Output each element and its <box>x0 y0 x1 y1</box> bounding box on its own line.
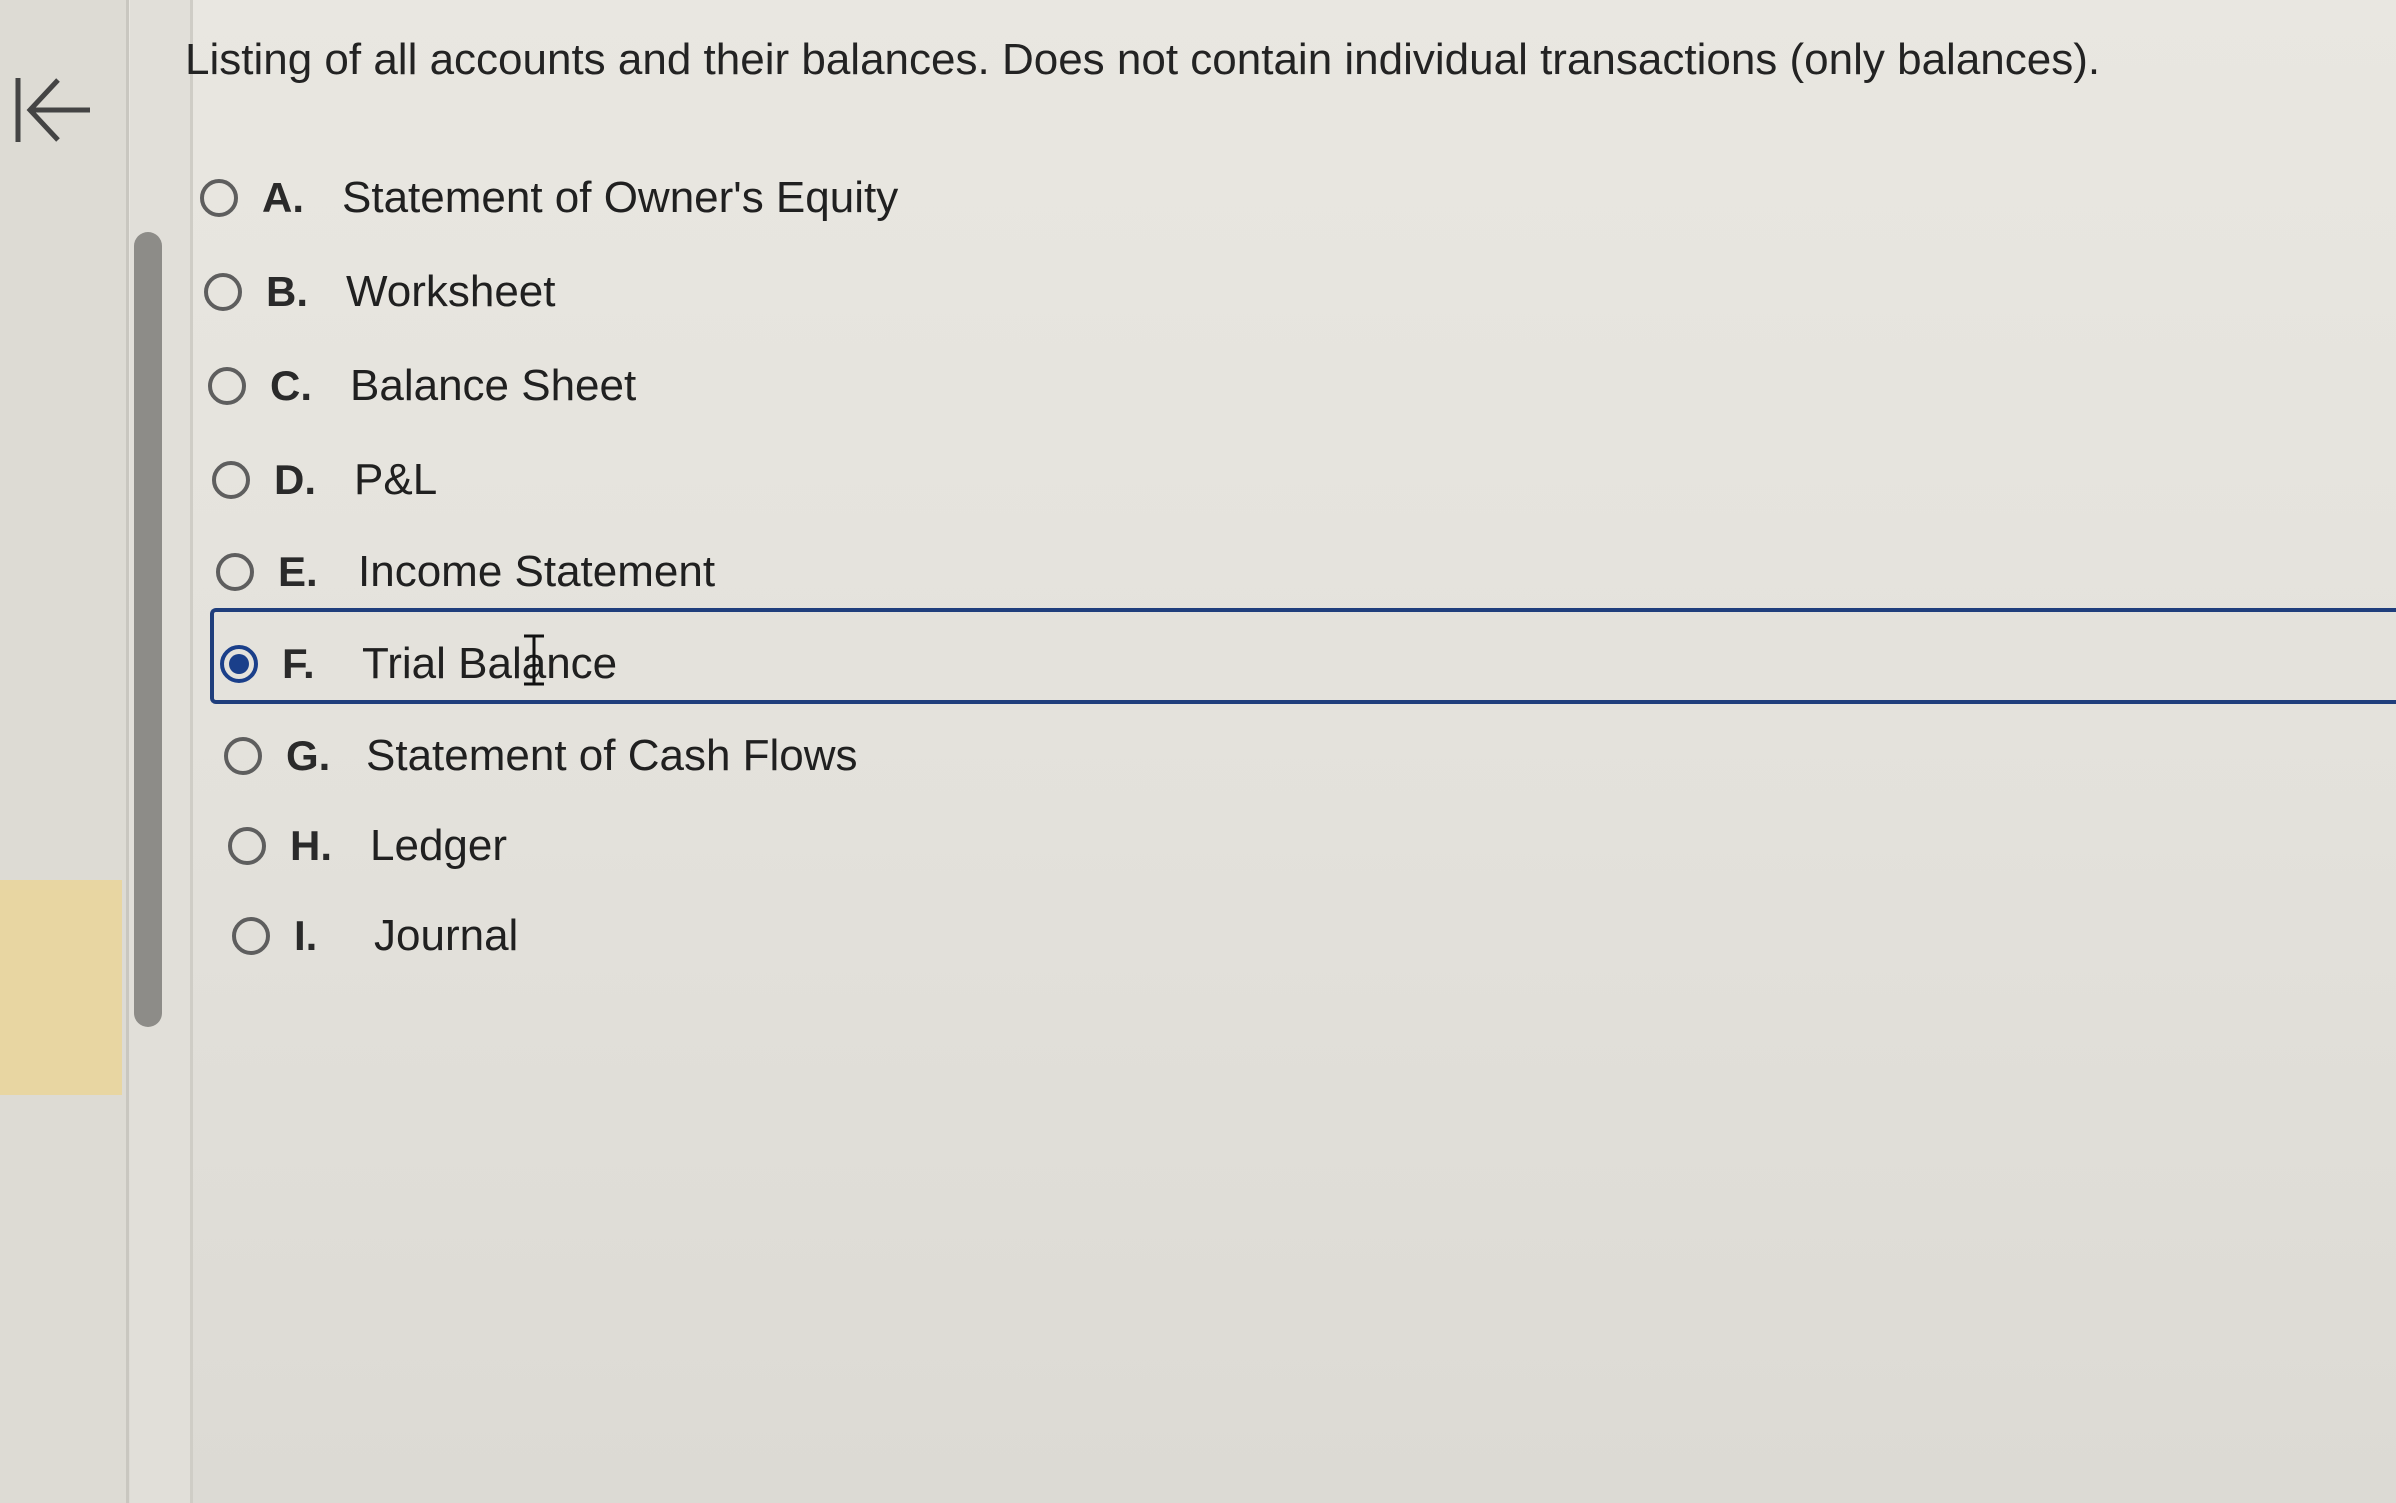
radio-button[interactable] <box>216 553 254 591</box>
option-label: P&L <box>354 455 438 504</box>
option-i[interactable]: I. Journal <box>232 896 518 976</box>
option-letter: H. <box>290 822 332 869</box>
radio-button[interactable] <box>228 827 266 865</box>
option-letter: C. <box>270 362 312 409</box>
option-letter: B. <box>266 268 308 315</box>
option-label: Balance Sheet <box>350 361 637 410</box>
question-text: Listing of all accounts and their balanc… <box>185 35 2101 84</box>
option-label: Statement of Cash Flows <box>366 731 858 780</box>
option-h[interactable]: H. Ledger <box>228 806 507 886</box>
option-c[interactable]: C. Balance Sheet <box>208 346 636 426</box>
option-letter: I. <box>294 912 318 959</box>
scrollbar-thumb[interactable] <box>134 232 162 1027</box>
option-letter: A. <box>262 174 304 221</box>
text-cursor-icon <box>524 634 544 686</box>
radio-button[interactable] <box>204 273 242 311</box>
option-letter: E. <box>278 548 318 595</box>
collapse-left-arrow-icon <box>15 78 90 142</box>
option-g[interactable]: G. Statement of Cash Flows <box>224 716 858 796</box>
option-label: Statement of Owner's Equity <box>342 173 899 222</box>
option-e[interactable]: E. Income Statement <box>216 532 715 612</box>
option-label: Trial Balance <box>362 639 618 688</box>
rail-highlight <box>0 880 122 1095</box>
option-letter: G. <box>286 732 331 779</box>
radio-button[interactable] <box>208 367 246 405</box>
radio-button-selected[interactable] <box>220 645 258 683</box>
radio-button[interactable] <box>212 461 250 499</box>
option-letter: D. <box>274 456 316 503</box>
option-f[interactable]: F. Trial Balance <box>220 624 617 704</box>
quiz-page: Listing of all accounts and their balanc… <box>0 0 2396 1503</box>
radio-button[interactable] <box>224 737 262 775</box>
option-b[interactable]: B. Worksheet <box>204 252 556 332</box>
radio-button[interactable] <box>232 917 270 955</box>
option-label: Ledger <box>370 821 508 870</box>
collapse-panel-button[interactable] <box>10 70 96 150</box>
option-a[interactable]: A. Statement of Owner's Equity <box>200 158 898 238</box>
option-label: Income Statement <box>358 547 716 596</box>
option-letter: F. <box>282 640 315 687</box>
option-label: Journal <box>374 911 519 960</box>
option-d[interactable]: D. P&L <box>212 440 437 520</box>
left-rail <box>0 0 129 1503</box>
option-label: Worksheet <box>346 267 556 316</box>
radio-button[interactable] <box>200 179 238 217</box>
